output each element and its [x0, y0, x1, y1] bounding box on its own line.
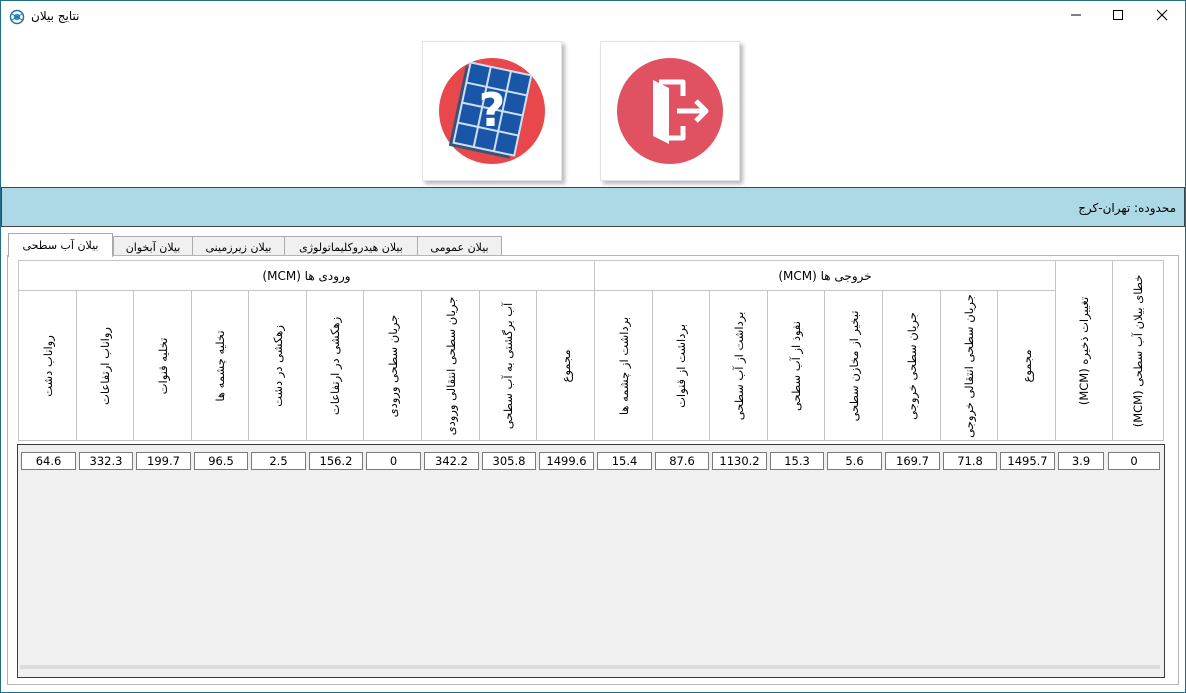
column-header-inputs-total[interactable]: مجموع: [536, 290, 595, 441]
inputs-group-label: ورودی ها (MCM): [262, 268, 351, 283]
svg-text:?: ?: [479, 83, 506, 137]
cell-transferred-inflow[interactable]: 342.2: [424, 452, 479, 470]
globe-icon: [9, 9, 25, 25]
column-header-label: خطای بیلان آب سطحی (MCM): [1131, 274, 1145, 427]
column-header-runoff-highlands[interactable]: رواناب ارتفاعات: [76, 290, 134, 441]
cell-inputs-total[interactable]: 1499.6: [539, 452, 594, 470]
column-header-label: زهکشی در ارتفاعات: [328, 316, 342, 415]
cell-reservoir-evaporation[interactable]: 5.6: [827, 452, 882, 470]
exit-button[interactable]: [600, 41, 740, 181]
column-header-label: رواناب ارتفاعات: [98, 326, 112, 405]
column-header-label: تخلیه چشمه ها: [213, 329, 227, 402]
tab-surface-water-balance[interactable]: بیلان آب سطحی: [8, 233, 113, 257]
results-window: نتایج بیلان ? محدوده: تهران-کرج بیلان آب…: [0, 0, 1186, 693]
column-header-label: مجموع: [1019, 348, 1034, 383]
column-header-label: جریان سطحی انتقالی خروجی: [962, 293, 976, 438]
column-header-surface-outflow[interactable]: جریان سطحی خروجی: [882, 290, 941, 441]
cell-balance-error[interactable]: 0: [1108, 452, 1160, 470]
cell-runoff-plain[interactable]: 64.6: [21, 452, 76, 470]
cell-drainage-highlands[interactable]: 156.2: [309, 452, 363, 470]
cell-surface-infiltration[interactable]: 15.3: [770, 452, 824, 470]
outputs-group-header: خروجی ها (MCM): [594, 260, 1056, 291]
column-header-qanat-withdrawal[interactable]: برداشت از قنوات: [652, 290, 710, 441]
column-header-label: رواناب دشت: [40, 334, 55, 397]
help-button[interactable]: ?: [422, 41, 562, 181]
column-header-qanat-discharge[interactable]: تخلیه قنوات: [133, 290, 192, 441]
column-header-label: نفوذ از آب سطحی: [789, 320, 803, 411]
column-header-balance-error[interactable]: خطای بیلان آب سطحی (MCM): [1112, 260, 1164, 441]
cell-qanat-withdrawal[interactable]: 87.6: [655, 452, 709, 470]
column-header-label: برداشت از چشمه ها: [616, 316, 631, 415]
close-button[interactable]: [1139, 1, 1185, 32]
cell-spring-discharge[interactable]: 96.5: [194, 452, 248, 470]
horizontal-scrollbar[interactable]: [20, 665, 1160, 669]
column-header-drainage-plain[interactable]: زهکشی در دشت: [248, 290, 307, 441]
minimize-button[interactable]: [1053, 1, 1099, 32]
cell-surface-inflow[interactable]: 0: [366, 452, 421, 470]
window-title: نتایج بیلان: [31, 9, 80, 23]
column-header-surface-infiltration[interactable]: نفوذ از آب سطحی: [767, 290, 825, 441]
data-grid[interactable]: 64.6 332.3 199.7 96.5 2.5 156.2 0 342.2 305.8 149…: [17, 444, 1165, 678]
outputs-group-label: خروجی ها (MCM): [778, 268, 872, 283]
tab-label: بیلان هیدروکلیماتولوژی: [299, 240, 403, 254]
cell-storage-change[interactable]: 3.9: [1058, 452, 1104, 470]
column-header-runoff-plain[interactable]: رواناب دشت: [18, 290, 77, 441]
cell-surface-withdrawal[interactable]: 1130.2: [712, 452, 767, 470]
cell-surface-outflow[interactable]: 169.7: [885, 452, 940, 470]
column-header-surface-inflow[interactable]: جریان سطحی ورودی: [363, 290, 422, 441]
inputs-group-header: ورودی ها (MCM): [18, 260, 595, 291]
tab-general-balance[interactable]: بیلان عمومی: [417, 236, 502, 257]
column-header-label: برداشت از قنوات: [674, 323, 688, 408]
region-bar: محدوده: تهران-کرج: [1, 187, 1185, 227]
column-header-label: جریان سطحی انتقالی ورودی: [443, 296, 458, 435]
column-header-drainage-highlands[interactable]: زهکشی در ارتفاعات: [306, 290, 364, 441]
cell-qanat-discharge[interactable]: 199.7: [136, 452, 191, 470]
cell-spring-withdrawal[interactable]: 15.4: [597, 452, 652, 470]
tab-label: بیلان آب سطحی: [22, 239, 99, 252]
column-header-surface-withdrawal[interactable]: برداشت از آب سطحی: [709, 290, 768, 441]
column-header-label: زهکشی در دشت: [270, 324, 285, 407]
column-header-return-flow[interactable]: آب برگشتی به آب سطحی: [479, 290, 537, 441]
tab-aquifer-balance[interactable]: بیلان آبخوان: [113, 236, 193, 257]
column-header-label: برداشت از آب سطحی: [731, 311, 746, 420]
column-header-label: جریان سطحی خروجی: [904, 311, 919, 420]
cell-transferred-outflow[interactable]: 71.8: [943, 452, 997, 470]
close-icon: [1156, 9, 1168, 24]
tab-hydroclimatology-balance[interactable]: بیلان هیدروکلیماتولوژی: [284, 236, 418, 257]
exit-door-icon: [617, 58, 723, 164]
column-header-spring-discharge[interactable]: تخلیه چشمه ها: [191, 290, 249, 441]
column-header-label: تبخیر از مخازن سطحی: [846, 310, 861, 421]
tab-label: بیلان زیرزمینی: [205, 240, 272, 254]
column-header-label: جریان سطحی ورودی: [385, 314, 400, 417]
cell-outputs-total[interactable]: 1495.7: [1000, 452, 1055, 470]
column-header-outputs-total[interactable]: مجموع: [997, 290, 1056, 441]
region-label: محدوده: تهران-کرج: [1078, 201, 1176, 215]
column-header-spring-withdrawal[interactable]: برداشت از چشمه ها: [594, 290, 653, 441]
column-header-transferred-outflow[interactable]: جریان سطحی انتقالی خروجی: [940, 290, 998, 441]
title-bar: نتایج بیلان: [1, 1, 1185, 32]
maximize-button[interactable]: [1095, 1, 1141, 32]
tab-groundwater-balance[interactable]: بیلان زیرزمینی: [192, 236, 285, 257]
help-grid-icon: ?: [439, 58, 545, 164]
cell-return-flow[interactable]: 305.8: [482, 452, 536, 470]
column-header-label: مجموع: [558, 348, 573, 383]
column-header-reservoir-evaporation[interactable]: تبخیر از مخازن سطحی: [824, 290, 883, 441]
cell-drainage-plain[interactable]: 2.5: [251, 452, 306, 470]
minimize-icon: [1070, 9, 1082, 24]
column-header-label: آب برگشتی به آب سطحی: [501, 302, 515, 429]
column-header-label: تخلیه قنوات: [155, 337, 170, 394]
maximize-icon: [1112, 9, 1124, 24]
tab-label: بیلان آبخوان: [125, 240, 181, 254]
tab-label: بیلان عمومی: [430, 240, 489, 254]
column-header-storage-change[interactable]: تغییرات ذخیره (MCM): [1055, 260, 1113, 441]
cell-runoff-highlands[interactable]: 332.3: [79, 452, 133, 470]
column-header-transferred-inflow[interactable]: جریان سطحی انتقالی ورودی: [421, 290, 480, 441]
column-header-label: تغییرات ذخیره (MCM): [1077, 296, 1091, 405]
